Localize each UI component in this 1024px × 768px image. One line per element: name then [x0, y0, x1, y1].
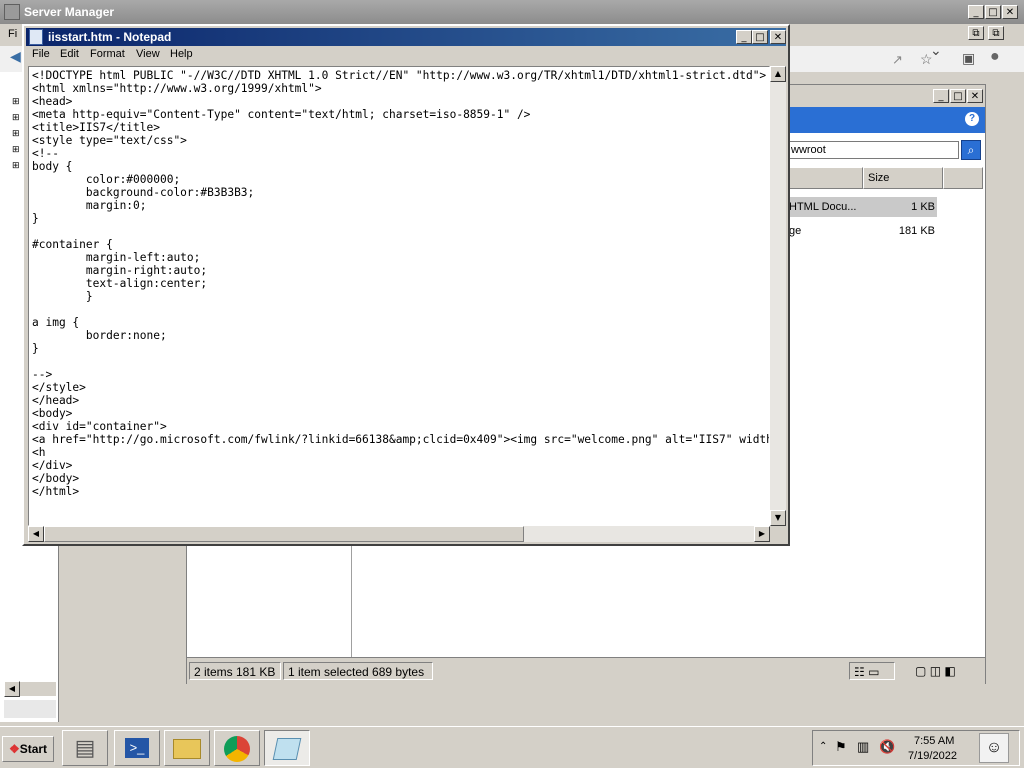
column-size[interactable]: Size [863, 167, 943, 189]
minimize-icon[interactable]: _ [736, 30, 752, 44]
powershell-icon: >_ [125, 738, 149, 758]
file-size: 181 KB [898, 225, 935, 237]
back-arrow-icon[interactable]: ◀ [10, 48, 21, 65]
sm-status-bar [4, 700, 56, 718]
maximize-icon[interactable]: □ [950, 89, 966, 103]
taskbar-file-explorer[interactable] [164, 730, 210, 766]
details-view-icon[interactable]: ☷ [854, 665, 865, 679]
status-selected: 1 item selected 689 bytes [283, 662, 433, 680]
editor-content[interactable]: <!DOCTYPE html PUBLIC "-//W3C//DTD XHTML… [32, 69, 769, 498]
notepad-title: iisstart.htm - Notepad [48, 30, 172, 44]
size-grip[interactable] [770, 526, 786, 542]
chevron-up-icon[interactable]: ⌃ [819, 741, 827, 752]
expand-icon[interactable]: ⊞ [12, 96, 20, 107]
status-bar: 2 items 181 KB 1 item selected 689 bytes… [187, 657, 985, 684]
pane-icon[interactable]: ▢ [915, 664, 926, 678]
window-icon[interactable]: ▣ [962, 50, 975, 67]
notepad-titlebar[interactable]: iisstart.htm - Notepad _ □ ✕ [26, 28, 786, 46]
list-item[interactable]: HTML Docu... 1 KB [787, 197, 937, 217]
windows-logo-icon: ❖ [8, 742, 20, 756]
file-explorer-icon [173, 739, 201, 759]
expand-icon[interactable]: ⊞ [12, 112, 20, 123]
clock-time[interactable]: 7:55 AM [914, 735, 954, 747]
text-editor[interactable]: <!DOCTYPE html PUBLIC "-//W3C//DTD XHTML… [28, 66, 770, 526]
server-manager-title: Server Manager [24, 5, 115, 19]
split-pane-icon[interactable]: ◫ [930, 664, 941, 678]
taskbar-server-manager[interactable]: ▤ [62, 730, 108, 766]
column-extra[interactable] [943, 167, 983, 189]
close-icon[interactable]: ✕ [770, 30, 786, 44]
menu-file[interactable]: File [32, 48, 50, 60]
scroll-thumb[interactable] [44, 526, 524, 542]
scroll-up-icon[interactable]: ▲ [770, 66, 786, 82]
menu-view[interactable]: View [136, 48, 160, 60]
taskbar-powershell[interactable]: >_ [114, 730, 160, 766]
notepad-icon [29, 29, 43, 45]
menu-help[interactable]: Help [170, 48, 193, 60]
scroll-left-icon[interactable]: ◀ [28, 526, 44, 542]
search-input[interactable]: wwroot [787, 141, 959, 159]
file-type: HTML Docu... [789, 201, 857, 213]
horizontal-scrollbar[interactable]: ◀ ▶ [28, 526, 770, 542]
expand-icon[interactable]: ⊞ [12, 160, 20, 171]
column-header: Size [787, 167, 983, 189]
close-icon[interactable]: ✕ [967, 89, 983, 103]
file-type: ge [789, 225, 802, 237]
clock-date[interactable]: 7/19/2022 [908, 750, 957, 762]
maximize-icon[interactable]: □ [985, 5, 1001, 19]
file-size: 1 KB [911, 201, 935, 213]
flag-icon[interactable]: ⚑ [835, 739, 847, 755]
restore-icon[interactable]: ⧉ [988, 26, 1004, 40]
layout-toggle: ▢ ◫ ◧ [911, 662, 989, 680]
user-icon[interactable]: ● [990, 48, 1000, 66]
restore-icon[interactable]: ⧉ [968, 26, 984, 40]
help-icon[interactable]: ? [965, 112, 979, 126]
vertical-scrollbar[interactable]: ▲ ▼ [770, 66, 786, 526]
taskbar-chrome[interactable] [214, 730, 260, 766]
server-manager-icon: ▤ [74, 735, 96, 760]
minimize-icon[interactable]: _ [968, 5, 984, 19]
server-manager-icon [4, 4, 20, 20]
chrome-icon [224, 736, 250, 762]
network-icon[interactable]: ▥ [857, 739, 869, 755]
view-toggle: ☷ ▭ [849, 662, 895, 680]
expand-icon[interactable]: ⊞ [12, 128, 20, 139]
taskbar: ❖Start ▤ >_ ⌃ ⚑ ▥ 🔇 ☺ 7:55 AM 7/19/2022 [0, 726, 1024, 768]
column-type[interactable] [787, 167, 863, 189]
tree-hscroll[interactable]: ◀ [4, 681, 56, 697]
notepad-menubar: File Edit Format View Help [26, 46, 786, 64]
preview-pane-icon[interactable]: ◧ [944, 664, 955, 678]
close-icon[interactable]: ✕ [1002, 5, 1018, 19]
menu-edit[interactable]: Edit [60, 48, 79, 60]
share-icon[interactable]: ↗ [892, 52, 903, 68]
start-button[interactable]: ❖Start [2, 736, 54, 762]
notepad-icon [272, 738, 302, 760]
expand-icon[interactable]: ⊞ [12, 144, 20, 155]
scroll-down-icon[interactable]: ▼ [770, 510, 786, 526]
minimize-icon[interactable]: _ [933, 89, 949, 103]
server-manager-titlebar[interactable]: Server Manager _ □ ✕ [0, 0, 1024, 24]
notepad-window: iisstart.htm - Notepad _ □ ✕ File Edit F… [22, 24, 790, 546]
scroll-right-icon[interactable]: ▶ [754, 526, 770, 542]
status-items: 2 items 181 KB [189, 662, 281, 680]
scroll-left-icon[interactable]: ◀ [4, 681, 20, 697]
server-manager-menu-file[interactable]: Fi [8, 28, 17, 40]
maximize-icon[interactable]: □ [752, 30, 768, 44]
menu-format[interactable]: Format [90, 48, 125, 60]
taskbar-notepad[interactable] [264, 730, 310, 766]
preview-view-icon[interactable]: ▭ [868, 665, 879, 679]
star-icon[interactable]: ☆ [920, 51, 933, 68]
volume-muted-icon[interactable]: 🔇 [879, 739, 895, 755]
search-icon[interactable]: ⌕ [961, 140, 981, 160]
avatar[interactable]: ☺ [979, 733, 1009, 763]
list-item[interactable]: ge 181 KB [787, 221, 937, 241]
